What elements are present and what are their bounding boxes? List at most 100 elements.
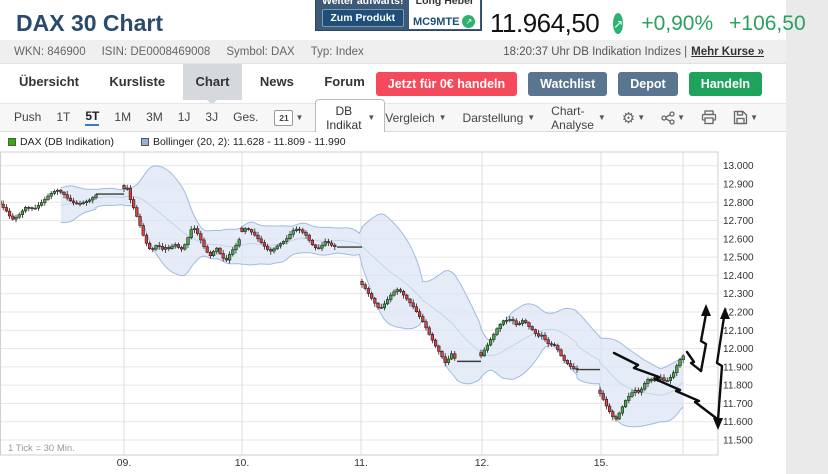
vergleich-menu[interactable]: Vergleich ▼ (385, 111, 446, 125)
svg-text:12.500: 12.500 (723, 253, 754, 264)
current-price: 11.964,50 (490, 8, 599, 39)
range-1m[interactable]: 1M (114, 110, 131, 125)
promo-product-code[interactable]: MC9MTE (413, 16, 459, 28)
range-3j[interactable]: 3J (205, 110, 218, 125)
tab-forum[interactable]: Forum (311, 64, 377, 100)
promo-left: Weiter aufwärts! Zum Produkt (316, 0, 408, 30)
quote-timestamp-row: 18:20:37 Uhr DB Indikation Indizes | Meh… (503, 46, 764, 58)
promo-product-button[interactable]: Zum Produkt (322, 9, 404, 27)
indicator-dropdown-label: DB Indikat (325, 104, 362, 132)
chevron-down-icon: ▼ (295, 113, 303, 122)
wkn: WKN: 846900 (14, 46, 86, 58)
chart-legend: DAX (DB Indikation) Bollinger (20, 2): 1… (0, 132, 786, 152)
svg-text:09.: 09. (117, 457, 132, 469)
promo-code-row[interactable]: MC9MTE ↗ (413, 15, 475, 28)
chevron-down-icon: ▼ (637, 113, 645, 122)
isin: ISIN: DE0008469008 (102, 46, 211, 58)
svg-text:12.100: 12.100 (723, 326, 754, 337)
trade-free-button[interactable]: Jetzt für 0€ handeln (376, 72, 517, 96)
share-menu[interactable]: ▼ (661, 111, 685, 125)
floppy-disk-icon (733, 110, 748, 125)
svg-text:11.700: 11.700 (723, 399, 753, 410)
nav-tabs: Übersicht Kursliste Chart News Forum (6, 64, 378, 100)
promo-banner: Weiter aufwärts! Zum Produkt Long Hebel … (315, 0, 482, 31)
tab-news[interactable]: News (247, 64, 307, 100)
svg-text:11.500: 11.500 (723, 436, 753, 447)
tab-chart[interactable]: Chart (183, 64, 243, 100)
svg-text:15.: 15. (594, 457, 609, 469)
chart-toolbar: Push 1T 5T 1M 3M 1J 3J Ges. 21 ▼ DB Indi… (0, 103, 786, 132)
settings-menu[interactable]: ⚙▼ (622, 109, 645, 127)
legend-bollinger-series[interactable]: Bollinger (20, 2): 11.628 - 11.809 - 11.… (141, 136, 346, 148)
svg-text:11.800: 11.800 (723, 381, 753, 392)
promo-subline: Long Hebel (416, 0, 473, 7)
svg-text:10.: 10. (235, 457, 250, 469)
svg-text:12.700: 12.700 (723, 216, 754, 227)
bollinger-series-swatch (141, 138, 149, 146)
chevron-down-icon: ▼ (677, 113, 685, 122)
print-button[interactable] (701, 110, 717, 125)
printer-icon (701, 110, 717, 125)
vergleich-label: Vergleich (385, 111, 434, 125)
chevron-down-icon: ▼ (367, 113, 375, 122)
svg-text:11.600: 11.600 (723, 417, 753, 428)
more-quotes-link[interactable]: Mehr Kurse » (691, 46, 764, 58)
up-right-arrow-icon: ↗ (462, 15, 475, 28)
range-5t[interactable]: 5T (85, 109, 99, 126)
price-block: 11.964,50 ↗ +0,90% +106,50 (490, 8, 762, 39)
range-1t[interactable]: 1T (56, 110, 70, 125)
svg-text:12.000: 12.000 (723, 344, 754, 355)
quote-timestamp: 18:20:37 Uhr DB Indikation Indizes | (503, 46, 687, 58)
watchlist-button[interactable]: Watchlist (528, 72, 607, 96)
trend-up-icon: ↗ (613, 13, 623, 34)
range-3m[interactable]: 3M (146, 110, 163, 125)
promo-headline: Weiter aufwärts! (322, 0, 404, 7)
dax-chart-page: DAX 30 Chart Weiter aufwärts! Zum Produk… (0, 0, 828, 474)
instrument-meta-bar: WKN: 846900 ISIN: DE0008469008 Symbol: D… (0, 40, 786, 64)
bollinger-series-label: Bollinger (20, 2): 11.628 - 11.809 - 11.… (153, 136, 346, 148)
chevron-down-icon: ▼ (439, 113, 447, 122)
svg-text:12.300: 12.300 (723, 289, 754, 300)
chevron-down-icon: ▼ (527, 113, 535, 122)
svg-text:12.800: 12.800 (723, 198, 754, 209)
svg-text:12.600: 12.600 (723, 234, 754, 245)
svg-text:11.900: 11.900 (723, 362, 753, 373)
darstellung-label: Darstellung (463, 111, 524, 125)
range-ges[interactable]: Ges. (233, 110, 258, 125)
depot-button[interactable]: Depot (618, 72, 677, 96)
chevron-down-icon: ▼ (598, 113, 606, 122)
section-nav: Übersicht Kursliste Chart News Forum Jet… (0, 64, 786, 103)
action-buttons: Jetzt für 0€ handeln Watchlist Depot Han… (376, 72, 762, 96)
date-picker[interactable]: 21 ▼ (274, 110, 303, 126)
tab-kursliste[interactable]: Kursliste (96, 64, 178, 100)
tick-interval-note: 1 Tick = 30 Min. (8, 443, 75, 454)
svg-text:12.900: 12.900 (723, 179, 754, 190)
save-menu[interactable]: ▼ (733, 110, 758, 125)
range-push[interactable]: Push (14, 110, 41, 125)
price-chart[interactable]: 13.00012.90012.80012.70012.60012.50012.4… (0, 150, 786, 474)
legend-dax-series[interactable]: DAX (DB Indikation) (8, 136, 114, 148)
toolbar-right-group: Vergleich▼ Darstellung▼ Chart-Analyse▼ ⚙… (385, 104, 758, 132)
range-1j[interactable]: 1J (178, 110, 191, 125)
svg-text:11.: 11. (354, 457, 368, 469)
handeln-button[interactable]: Handeln (689, 72, 762, 96)
chart-analyse-menu[interactable]: Chart-Analyse ▼ (551, 104, 606, 132)
chart-analyse-label: Chart-Analyse (551, 104, 594, 132)
symbol: Symbol: DAX (226, 46, 294, 58)
chevron-down-icon: ▼ (750, 113, 758, 122)
gear-icon: ⚙ (622, 109, 635, 127)
dax-series-label: DAX (DB Indikation) (20, 136, 114, 148)
change-percent: +0,90% (641, 12, 713, 36)
darstellung-menu[interactable]: Darstellung▼ (463, 111, 536, 125)
promo-card: Long Hebel MC9MTE ↗ (409, 0, 481, 29)
share-icon (661, 111, 675, 125)
page-gutter (786, 0, 828, 474)
calendar-icon: 21 (274, 110, 293, 126)
indicator-dropdown[interactable]: DB Indikat ▼ (315, 99, 385, 137)
svg-text:12.400: 12.400 (723, 271, 754, 282)
typ: Typ: Index (311, 46, 364, 58)
change-absolute: +106,50 (729, 12, 806, 36)
tab-uebersicht[interactable]: Übersicht (6, 64, 92, 100)
svg-text:12.: 12. (475, 457, 490, 469)
page-title: DAX 30 Chart (16, 10, 163, 37)
